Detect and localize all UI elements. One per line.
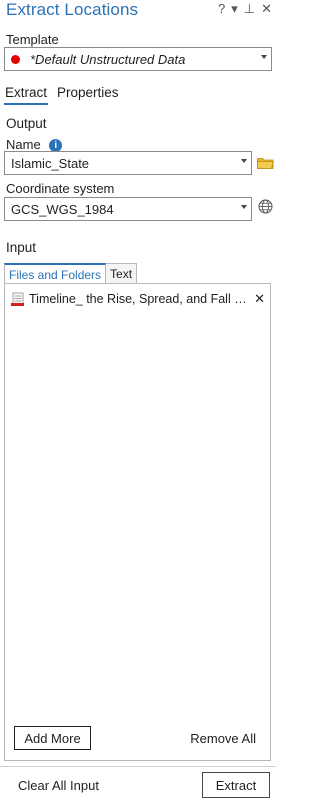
- list-item[interactable]: Timeline_ the Rise, Spread, and Fall of …: [11, 290, 265, 308]
- chevron-down-icon: [261, 55, 267, 59]
- remove-all-button[interactable]: Remove All: [190, 731, 256, 746]
- coord-value: GCS_WGS_1984: [11, 201, 114, 217]
- tab-extract[interactable]: Extract: [4, 85, 49, 105]
- clear-all-input-button[interactable]: Clear All Input: [18, 778, 99, 793]
- tab-properties[interactable]: Properties: [56, 85, 120, 105]
- menu-dropdown-icon[interactable]: ▾: [231, 2, 238, 16]
- name-value: Islamic_State: [11, 155, 90, 171]
- template-dropdown[interactable]: *Default Unstructured Data: [4, 47, 272, 71]
- tab-files-and-folders[interactable]: Files and Folders: [4, 263, 107, 285]
- extract-button[interactable]: Extract: [202, 772, 270, 798]
- coordinate-system-field[interactable]: GCS_WGS_1984: [4, 197, 252, 221]
- document-icon: [11, 292, 24, 306]
- output-section-title: Output: [6, 116, 47, 131]
- name-label: Name: [6, 137, 41, 152]
- close-icon[interactable]: ✕: [261, 2, 272, 16]
- window-title: Extract Locations: [6, 0, 139, 19]
- name-label-row: Name i: [6, 137, 63, 153]
- template-label: Template: [6, 32, 59, 47]
- template-status-dot: [11, 54, 20, 64]
- input-subtabs: Files and Folders Text: [4, 263, 138, 285]
- add-more-button[interactable]: Add More: [14, 726, 91, 750]
- help-icon[interactable]: ?: [218, 2, 225, 16]
- tab-text[interactable]: Text: [105, 263, 138, 284]
- input-section-title: Input: [6, 240, 37, 255]
- chevron-down-icon: [241, 205, 247, 209]
- input-panel: Timeline_ the Rise, Spread, and Fall of …: [4, 283, 271, 761]
- globe-icon[interactable]: [258, 199, 273, 214]
- footer-divider: [0, 766, 276, 767]
- chevron-down-icon: [241, 159, 247, 163]
- main-tabs: Extract Properties: [4, 85, 120, 105]
- name-field[interactable]: Islamic_State: [4, 151, 252, 175]
- remove-item-icon[interactable]: ✕: [254, 291, 265, 307]
- template-value: *Default Unstructured Data: [30, 51, 186, 67]
- list-item-label: Timeline_ the Rise, Spread, and Fall of …: [29, 292, 249, 306]
- folder-icon[interactable]: [257, 157, 274, 169]
- pin-icon[interactable]: ⊥: [244, 2, 255, 16]
- window-controls: ? ▾ ⊥ ✕: [218, 2, 272, 16]
- coord-label: Coordinate system: [6, 181, 115, 196]
